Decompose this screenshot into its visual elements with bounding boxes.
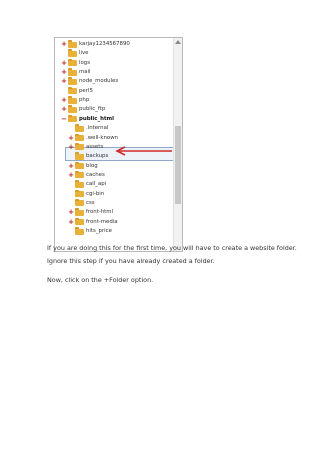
instruction-paragraph-1: If you are doing this for the first time… (47, 244, 297, 265)
red-arrow-annotation (115, 146, 172, 156)
instruction-paragraph-2: Now, click on the +Folder option. (47, 276, 154, 284)
